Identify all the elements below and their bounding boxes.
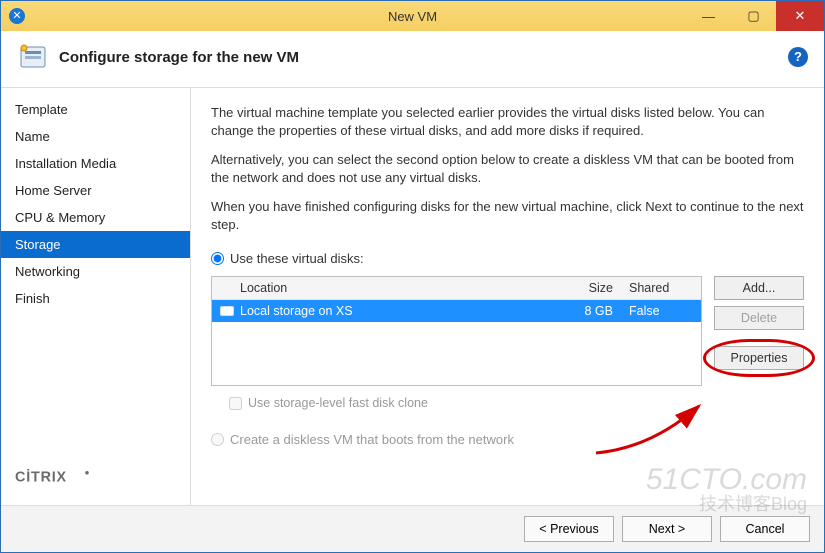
step-name[interactable]: Name	[1, 123, 190, 150]
fast-disk-clone-checkbox: Use storage-level fast disk clone	[229, 396, 804, 410]
step-installation-media[interactable]: Installation Media	[1, 150, 190, 177]
delete-disk-button: Delete	[714, 306, 804, 330]
intro-paragraph-3: When you have finished configuring disks…	[211, 198, 804, 233]
properties-button[interactable]: Properties	[714, 346, 804, 370]
previous-button[interactable]: < Previous	[524, 516, 614, 542]
storage-repo-icon	[220, 306, 234, 316]
disk-area: Location Size Shared Local storage on XS…	[211, 276, 804, 386]
wizard-header: Configure storage for the new VM ?	[1, 31, 824, 88]
system-menu-icon[interactable]: ✕	[9, 8, 25, 24]
step-networking[interactable]: Networking	[1, 258, 190, 285]
maximize-button[interactable]: ▢	[731, 1, 776, 31]
fast-disk-clone-label: Use storage-level fast disk clone	[248, 396, 428, 410]
add-disk-button[interactable]: Add...	[714, 276, 804, 300]
radio-use-these-disks-input[interactable]	[211, 252, 224, 265]
citrix-logo: CİTRIX	[1, 468, 190, 505]
col-size[interactable]: Size	[551, 277, 621, 299]
step-storage[interactable]: Storage	[1, 231, 190, 258]
col-shared[interactable]: Shared	[621, 277, 701, 299]
step-cpu-memory[interactable]: CPU & Memory	[1, 204, 190, 231]
intro-paragraph-2: Alternatively, you can select the second…	[211, 151, 804, 186]
page-title: Configure storage for the new VM	[59, 49, 788, 66]
table-row[interactable]: Local storage on XS 8 GB False	[212, 300, 701, 322]
cell-size: 8 GB	[551, 300, 621, 322]
storage-icon	[17, 41, 49, 73]
step-template[interactable]: Template	[1, 96, 190, 123]
storage-content: The virtual machine template you selecte…	[191, 88, 824, 505]
new-vm-window: ✕ New VM — ▢ ✕ Configure storage for the…	[0, 0, 825, 553]
step-finish[interactable]: Finish	[1, 285, 190, 312]
titlebar[interactable]: ✕ New VM — ▢ ✕	[1, 1, 824, 31]
minimize-button[interactable]: —	[686, 1, 731, 31]
close-button[interactable]: ✕	[776, 1, 824, 31]
svg-text:CİTRIX: CİTRIX	[15, 469, 67, 486]
intro-paragraph-1: The virtual machine template you selecte…	[211, 104, 804, 139]
wizard-body: Template Name Installation Media Home Se…	[1, 88, 824, 505]
radio-diskless-vm-input	[211, 433, 224, 446]
cell-location: Local storage on XS	[240, 304, 353, 318]
next-button[interactable]: Next >	[622, 516, 712, 542]
help-icon[interactable]: ?	[788, 47, 808, 67]
col-location[interactable]: Location	[212, 277, 551, 299]
radio-diskless-vm: Create a diskless VM that boots from the…	[211, 432, 804, 447]
fast-disk-clone-input	[229, 397, 242, 410]
radio-use-these-disks-label: Use these virtual disks:	[230, 251, 364, 266]
cancel-button[interactable]: Cancel	[720, 516, 810, 542]
wizard-steps-sidebar: Template Name Installation Media Home Se…	[1, 88, 191, 505]
table-header: Location Size Shared	[212, 277, 701, 300]
disk-side-buttons: Add... Delete Properties	[714, 276, 804, 386]
cell-shared: False	[621, 300, 701, 322]
wizard-footer: < Previous Next > Cancel	[1, 505, 824, 552]
virtual-disks-table[interactable]: Location Size Shared Local storage on XS…	[211, 276, 702, 386]
radio-diskless-vm-label: Create a diskless VM that boots from the…	[230, 432, 514, 447]
radio-use-these-disks[interactable]: Use these virtual disks:	[211, 251, 804, 266]
step-home-server[interactable]: Home Server	[1, 177, 190, 204]
